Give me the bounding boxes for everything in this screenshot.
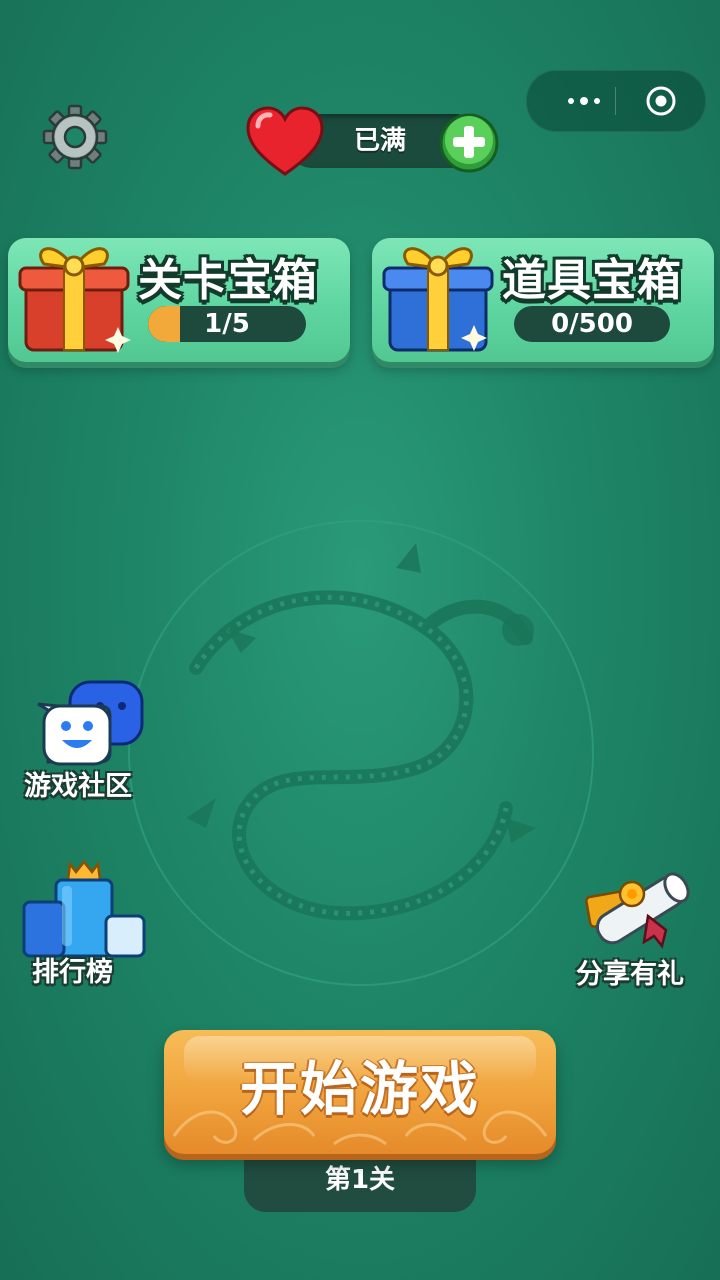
red-gift-icon xyxy=(18,247,131,353)
blue-gift-icon xyxy=(382,247,494,352)
lives-status: 已满 xyxy=(353,126,406,156)
capsule-divider xyxy=(615,87,616,115)
share-gift-button[interactable]: 分享有礼 xyxy=(574,858,714,990)
leaderboard-label: 排行榜 xyxy=(32,957,113,988)
share-gift-label: 分享有礼 xyxy=(576,959,684,990)
podium-crown-icon xyxy=(22,859,146,958)
level-chest-progress: 1/5 xyxy=(148,306,306,342)
item-chest-title: 道具宝箱 xyxy=(502,255,682,306)
level-chest-title: 关卡宝箱 xyxy=(138,255,318,306)
item-chest-progress: 0/500 xyxy=(514,306,670,342)
target-close-icon[interactable] xyxy=(645,85,677,117)
scroll-gift-icon xyxy=(585,872,690,949)
dragon-emblem-icon xyxy=(128,520,594,986)
item-chest-card[interactable]: 道具宝箱 0/500 xyxy=(372,238,714,362)
current-level-label: 第1关 xyxy=(324,1165,396,1195)
game-community-button[interactable]: 游戏社区 xyxy=(22,680,152,805)
gear-icon[interactable] xyxy=(42,104,108,170)
heart-icon xyxy=(246,106,324,176)
more-dots-icon[interactable] xyxy=(553,71,615,131)
game-community-label: 游戏社区 xyxy=(24,771,132,802)
add-lives-button[interactable] xyxy=(438,112,500,174)
chat-bubble-icon xyxy=(37,680,144,766)
item-chest-progress-text: 0/500 xyxy=(551,309,633,339)
start-game-button[interactable]: 开始游戏 xyxy=(164,1030,556,1154)
start-game-label: 开始游戏 xyxy=(239,1055,480,1123)
level-chest-card[interactable]: 关卡宝箱 1/5 xyxy=(8,238,350,362)
level-chest-progress-text: 1/5 xyxy=(204,309,250,339)
leaderboard-button[interactable]: 排行榜 xyxy=(20,858,150,988)
miniprogram-capsule xyxy=(526,70,706,132)
